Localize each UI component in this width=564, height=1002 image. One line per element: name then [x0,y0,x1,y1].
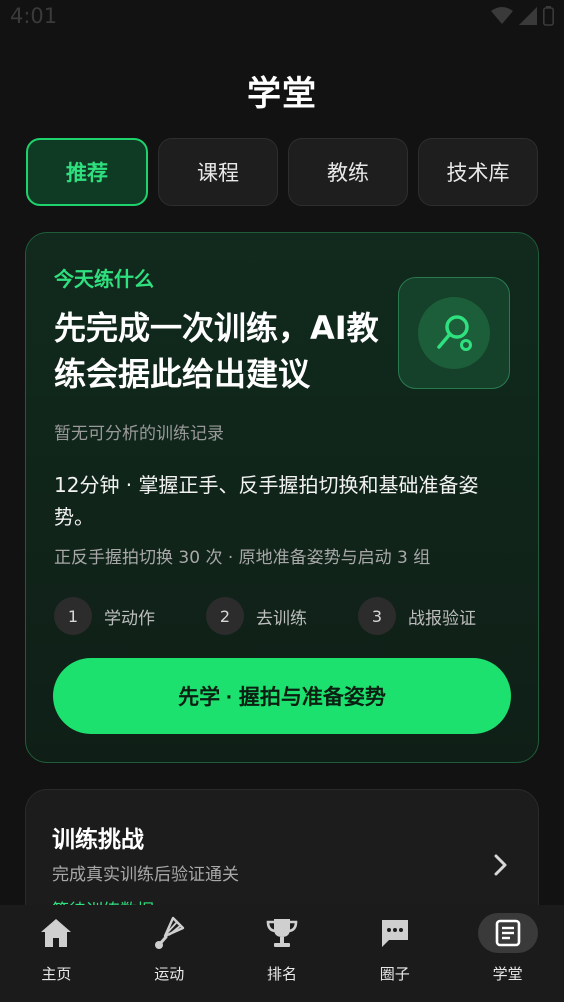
tab-technique-library[interactable]: 技术库 [418,138,538,206]
tab-courses[interactable]: 课程 [158,138,278,206]
status-time: 4:01 [10,4,58,28]
chat-icon [381,920,408,947]
trophy-icon [266,919,298,947]
training-plan-detail: 正反手握拍切换 30 次 · 原地准备姿势与启动 3 组 [54,548,431,568]
nav-academy[interactable]: 学堂 [451,905,564,1002]
nav-label: 运动 [154,965,185,983]
shuttlecock-icon [155,916,185,949]
home-icon [41,919,72,947]
page-title: 学堂 [247,74,317,114]
nav-home[interactable]: 主页 [0,905,113,1002]
no-records-note: 暂无可分析的训练记录 [54,424,224,444]
step-list: 1 学动作 2 去训练 3 战报验证 [54,597,524,635]
nav-community[interactable]: 圈子 [338,905,451,1002]
step-number: 1 [54,597,92,635]
today-training-card: 今天练什么 先完成一次训练，AI教练会据此给出建议 暂无可分析的训练记录 12分… [25,232,539,763]
chevron-right-icon [494,854,507,876]
step-number: 3 [358,597,396,635]
bottom-navigation: 主页 运动 排名 圈子 学堂 [0,905,564,1002]
nav-label: 圈子 [379,965,410,983]
book-icon [495,919,520,947]
step-verify: 3 战报验证 [358,597,510,635]
hero-icon-tile [398,277,510,389]
step-learn: 1 学动作 [54,597,206,635]
wifi-icon [491,7,513,24]
nav-ranking[interactable]: 排名 [226,905,339,1002]
step-train: 2 去训练 [206,597,358,635]
category-tabs: 推荐 课程 教练 技术库 [26,138,538,206]
step-number: 2 [206,597,244,635]
step-label: 战报验证 [408,608,476,629]
step-label: 去训练 [256,608,307,629]
nav-label: 排名 [266,965,297,983]
nav-label: 学堂 [492,965,523,983]
training-plan-summary: 12分钟 · 掌握正手、反手握拍切换和基础准备姿势。 [54,473,479,529]
challenge-title: 训练挑战 [52,827,144,853]
status-icons [491,6,554,26]
battery-icon [543,6,554,26]
nav-label: 主页 [41,965,72,983]
hero-heading: 先完成一次训练，AI教练会据此给出建议 [54,309,379,393]
tab-recommended[interactable]: 推荐 [26,138,148,206]
status-bar: 4:01 [0,0,564,36]
racket-icon [437,315,472,351]
hero-kicker: 今天练什么 [54,267,154,291]
tab-coaches[interactable]: 教练 [288,138,408,206]
step-label: 学动作 [104,608,155,629]
start-learning-button[interactable]: 先学 · 握拍与准备姿势 [53,658,511,734]
signal-icon [519,7,537,25]
nav-sports[interactable]: 运动 [113,905,226,1002]
challenge-subtitle: 完成真实训练后验证通关 [52,865,239,885]
